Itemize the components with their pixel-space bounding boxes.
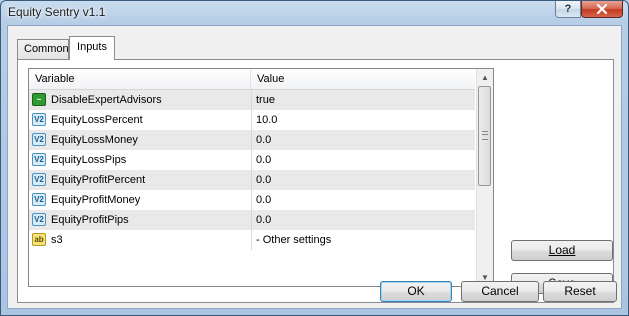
number-icon: V2 [32, 213, 46, 226]
column-divider [251, 90, 252, 110]
reset-button[interactable]: Reset [543, 281, 617, 302]
variable-value[interactable]: 0.0 [256, 190, 471, 210]
table-row[interactable]: V2 EquityProfitPips 0.0 [29, 210, 475, 230]
table-row[interactable]: V2 EquityLossPercent 10.0 [29, 110, 475, 130]
tab-inputs[interactable]: Inputs [69, 36, 115, 60]
scroll-thumb[interactable] [478, 86, 491, 186]
column-header-value[interactable]: Value [251, 69, 475, 89]
variable-name: s3 [51, 234, 63, 246]
variable-value[interactable]: true [256, 90, 471, 110]
bool-icon: ~ [32, 93, 46, 106]
help-icon: ? [564, 3, 572, 15]
column-divider [251, 190, 252, 210]
variable-value[interactable]: 0.0 [256, 170, 471, 190]
inputs-grid: Variable Value ~ DisableExpertAdvisors tru… [28, 68, 494, 287]
close-button[interactable] [581, 1, 623, 18]
column-header-variable[interactable]: Variable [29, 69, 251, 89]
string-icon: ab [32, 233, 46, 246]
variable-name: EquityProfitMoney [51, 194, 141, 206]
table-row[interactable]: V2 EquityProfitPercent 0.0 [29, 170, 475, 190]
number-icon: V2 [32, 133, 46, 146]
variable-value[interactable]: - Other settings [256, 230, 471, 250]
inputs-panel: Variable Value ~ DisableExpertAdvisors tru… [17, 59, 614, 303]
number-icon: V2 [32, 153, 46, 166]
tab-common[interactable]: Common [17, 39, 69, 59]
column-divider [251, 150, 252, 170]
column-divider [251, 130, 252, 150]
dialog-window: Equity Sentry v1.1 ? Common Inputs Varia… [0, 0, 629, 316]
column-divider [251, 110, 252, 130]
vertical-scrollbar[interactable]: ▲ ▼ [476, 69, 493, 286]
table-row[interactable]: ab s3 - Other settings [29, 230, 475, 250]
grid-header: Variable Value [29, 69, 475, 90]
table-row[interactable]: V2 EquityProfitMoney 0.0 [29, 190, 475, 210]
variable-name: DisableExpertAdvisors [51, 94, 162, 106]
variable-value[interactable]: 0.0 [256, 150, 471, 170]
dialog-client-area: Common Inputs Variable Value ~ DisableExp… [7, 25, 622, 309]
cancel-button[interactable]: Cancel [461, 281, 539, 302]
load-button-label: Load [548, 243, 576, 257]
variable-name: EquityLossPips [51, 154, 127, 166]
variable-value[interactable]: 10.0 [256, 110, 471, 130]
scroll-up-icon[interactable]: ▲ [477, 69, 493, 86]
number-icon: V2 [32, 173, 46, 186]
variable-name: EquityProfitPercent [51, 174, 146, 186]
load-button[interactable]: Load [511, 240, 613, 261]
help-button[interactable]: ? [555, 1, 581, 18]
variable-name: EquityLossMoney [51, 134, 138, 146]
column-divider [251, 230, 252, 250]
grid-rows: ~ DisableExpertAdvisors true V2 EquityLossPe… [29, 90, 475, 286]
column-divider [251, 170, 252, 190]
variable-value[interactable]: 0.0 [256, 210, 471, 230]
title-bar[interactable]: Equity Sentry v1.1 ? [1, 1, 628, 23]
grip-icon [482, 131, 488, 140]
number-icon: V2 [32, 113, 46, 126]
table-row[interactable]: V2 EquityLossPips 0.0 [29, 150, 475, 170]
table-row[interactable]: V2 EquityLossMoney 0.0 [29, 130, 475, 150]
column-divider [251, 210, 252, 230]
close-icon [596, 4, 608, 14]
variable-value[interactable]: 0.0 [256, 130, 471, 150]
number-icon: V2 [32, 193, 46, 206]
variable-name: EquityProfitPips [51, 214, 129, 226]
ok-button[interactable]: OK [380, 281, 452, 302]
variable-name: EquityLossPercent [51, 114, 143, 126]
table-row[interactable]: ~ DisableExpertAdvisors true [29, 90, 475, 110]
window-title: Equity Sentry v1.1 [8, 5, 106, 19]
